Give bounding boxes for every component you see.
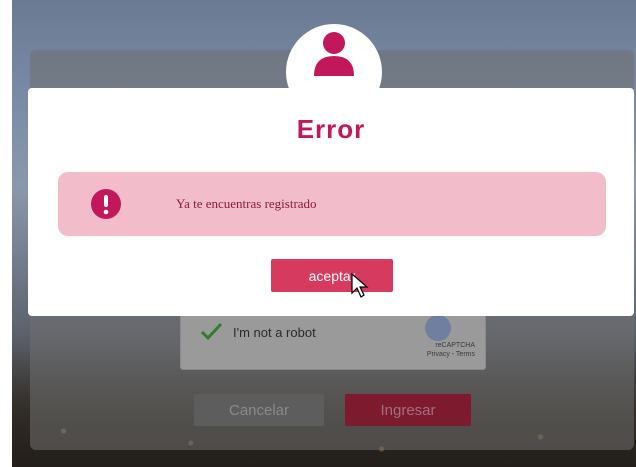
cancel-button[interactable]: Cancelar xyxy=(194,394,324,426)
checkmark-icon[interactable] xyxy=(199,319,223,343)
exclamation-icon xyxy=(91,189,121,219)
user-icon xyxy=(314,32,354,76)
page-edge xyxy=(0,0,12,467)
recaptcha-logo-icon xyxy=(425,315,451,341)
error-modal: Error Ya te encuentras registrado acepta… xyxy=(28,88,634,316)
recaptcha-label: I'm not a robot xyxy=(233,325,316,340)
recaptcha-links[interactable]: Privacy - Terms xyxy=(427,350,475,359)
mouse-cursor-icon xyxy=(351,273,369,298)
recaptcha-widget[interactable]: I'm not a robot reCAPTCHA Privacy - Term… xyxy=(180,310,486,370)
recaptcha-brand-name: reCAPTCHA xyxy=(435,342,475,349)
error-alert: Ya te encuentras registrado xyxy=(58,172,606,236)
alert-message: Ya te encuentras registrado xyxy=(176,196,317,211)
submit-button[interactable]: Ingresar xyxy=(345,394,471,426)
recaptcha-brand: reCAPTCHA Privacy - Terms xyxy=(427,341,475,359)
accept-button[interactable]: aceptar xyxy=(271,259,393,292)
